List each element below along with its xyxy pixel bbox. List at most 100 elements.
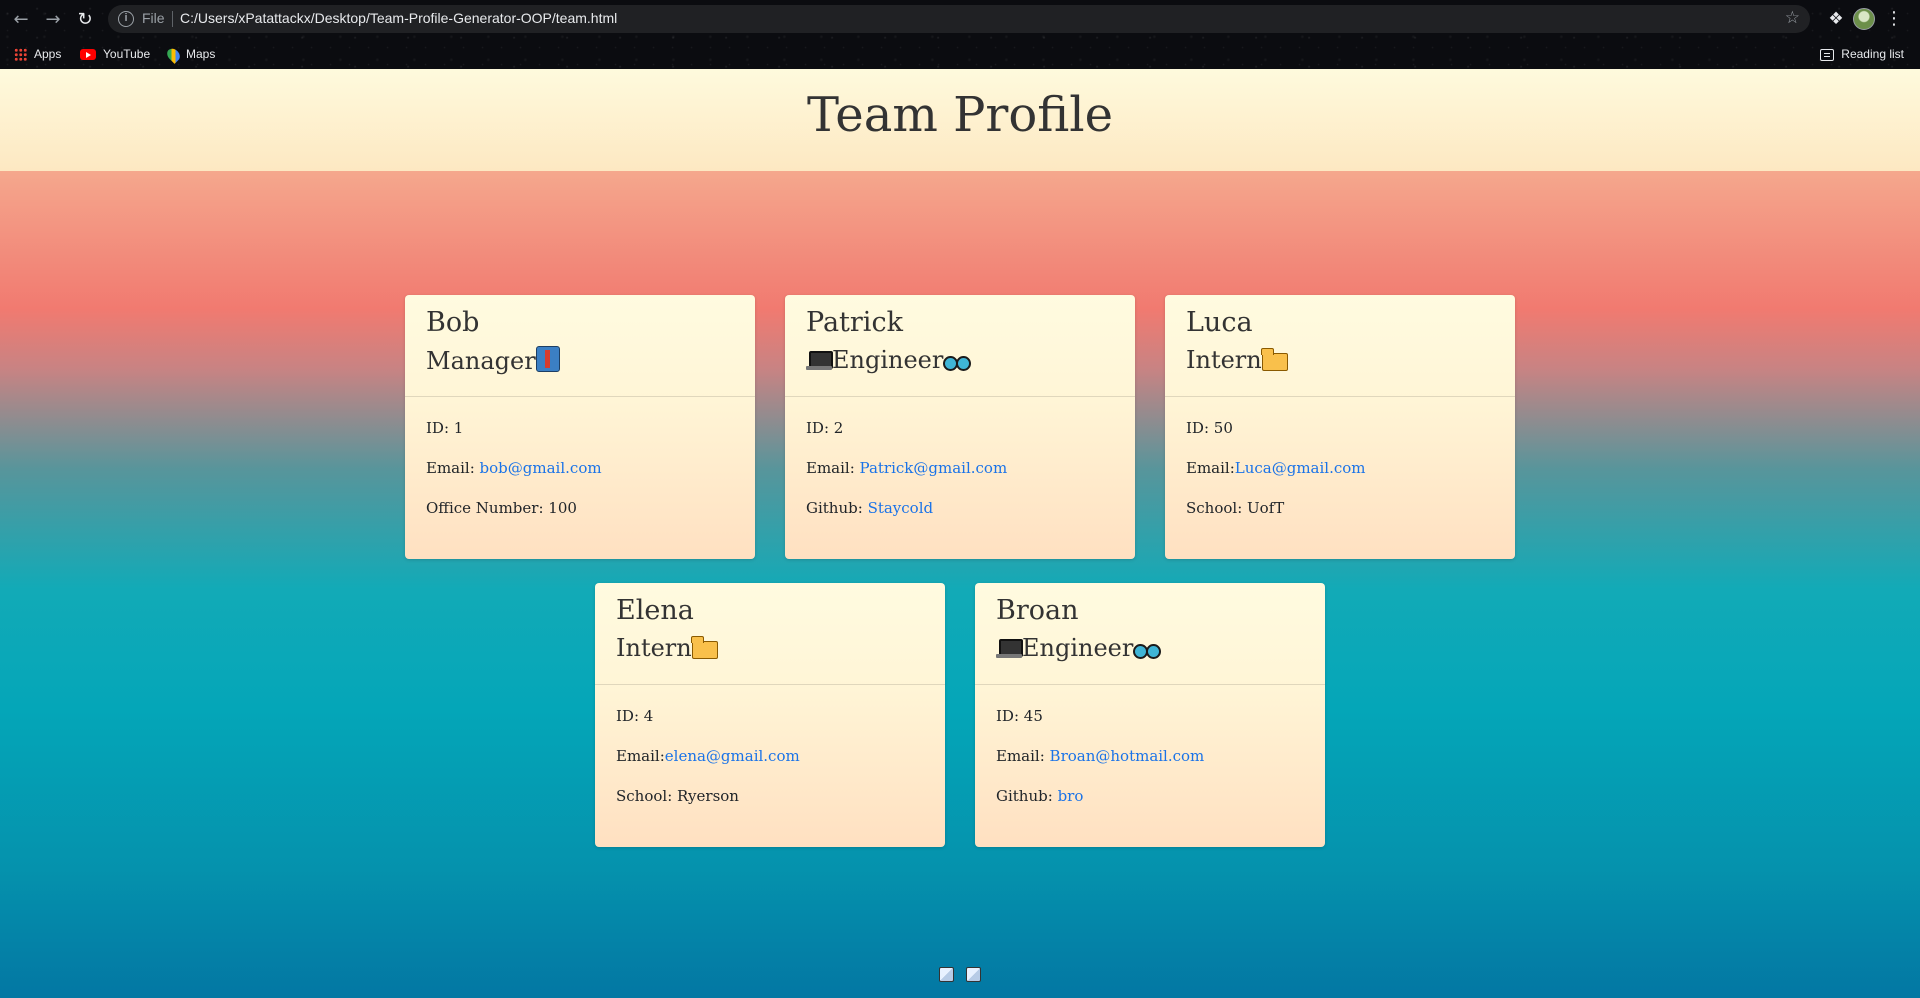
goggles-icon: [1133, 641, 1162, 659]
address-divider: [172, 11, 173, 27]
maps-icon: [164, 45, 183, 64]
employee-card: Elena Intern ID: 4 Email:elena@gmail.com…: [595, 583, 945, 847]
employee-card: Broan Engineer ID: 45 Email: Broan@hotma…: [975, 583, 1325, 847]
bookmark-youtube-label: YouTube: [103, 47, 151, 61]
cube-icon: [966, 967, 981, 982]
card-body: ID: 1 Email: bob@gmail.com Office Number…: [426, 419, 602, 539]
cube-icon: [939, 967, 954, 982]
apps-grid-icon: [14, 48, 27, 62]
kebab-menu-icon[interactable]: ⋮: [1884, 7, 1904, 31]
employee-name: Elena: [616, 595, 694, 626]
bookmark-apps-label: Apps: [34, 47, 62, 61]
card-body: ID: 45 Email: Broan@hotmail.com Github: …: [996, 707, 1204, 827]
folder-icon: [691, 636, 718, 659]
email-link[interactable]: bob@gmail.com: [480, 459, 602, 477]
extra-label: School: UofT: [1186, 499, 1285, 517]
employee-school: School: UofT: [1186, 499, 1366, 539]
employee-id: ID: 50: [1186, 419, 1233, 437]
employee-role: Engineer: [806, 346, 972, 374]
laptop-icon: [996, 639, 1023, 659]
employee-role: Intern: [1186, 346, 1288, 374]
card-header: Broan Engineer: [975, 583, 1325, 685]
employee-github-line: Github: Staycold: [806, 499, 1007, 539]
employee-name: Luca: [1186, 307, 1253, 338]
laptop-icon: [806, 351, 833, 371]
employee-role: Manager: [426, 346, 560, 375]
bookmark-apps[interactable]: Apps: [14, 45, 61, 63]
folder-icon: [1261, 348, 1288, 371]
employee-github-line: Github: bro: [996, 787, 1204, 827]
bookmark-maps[interactable]: Maps: [164, 45, 216, 64]
email-link[interactable]: Luca@gmail.com: [1235, 459, 1366, 477]
email-label: Email:: [426, 459, 480, 477]
employee-email-line: Email: Broan@hotmail.com: [996, 747, 1204, 787]
page-title: Team Profile: [807, 87, 1113, 143]
bookmark-youtube[interactable]: YouTube: [80, 45, 150, 63]
employee-email-line: Email: bob@gmail.com: [426, 459, 602, 499]
employee-card: Luca Intern ID: 50 Email:Luca@gmail.com …: [1165, 295, 1515, 559]
necktie-icon: [535, 346, 560, 372]
reload-icon[interactable]: ↻: [72, 7, 98, 33]
employee-name: Patrick: [806, 307, 903, 338]
goggles-icon: [943, 353, 972, 371]
youtube-icon: [80, 49, 96, 61]
role-label: Intern: [616, 634, 692, 662]
employee-role: Engineer: [996, 634, 1162, 662]
employee-email-line: Email:Luca@gmail.com: [1186, 459, 1366, 499]
bookmark-maps-label: Maps: [186, 47, 216, 61]
address-bar[interactable]: i File C:/Users/xPatattackx/Desktop/Team…: [108, 5, 1810, 33]
card-body: ID: 2 Email: Patrick@gmail.com Github: S…: [806, 419, 1007, 539]
email-link[interactable]: Broan@hotmail.com: [1050, 747, 1205, 765]
bookmarks-bar: Apps YouTube Maps Reading list: [0, 38, 1920, 69]
employee-email-line: Email: Patrick@gmail.com: [806, 459, 1007, 499]
footer-content: [933, 966, 987, 984]
address-scheme-label: File: [142, 10, 165, 26]
reading-list-button[interactable]: Reading list: [1820, 45, 1904, 63]
employee-email-line: Email:elena@gmail.com: [616, 747, 800, 787]
employee-name: Broan: [996, 595, 1079, 626]
email-label: Email:: [1186, 459, 1235, 477]
role-label: Intern: [1186, 346, 1262, 374]
employee-card: Patrick Engineer ID: 2 Email: Patrick@gm…: [785, 295, 1135, 559]
card-header: Luca Intern: [1165, 295, 1515, 397]
employee-office-number: Office Number: 100: [426, 499, 602, 539]
page-footer: [0, 966, 1920, 990]
card-header: Patrick Engineer: [785, 295, 1135, 397]
bookmark-star-icon[interactable]: ☆: [1785, 8, 1800, 28]
reading-list-label: Reading list: [1841, 47, 1904, 61]
email-link[interactable]: elena@gmail.com: [665, 747, 800, 765]
info-icon[interactable]: i: [118, 11, 134, 27]
extensions-puzzle-icon[interactable]: ❖: [1824, 7, 1848, 31]
page-content: Team Profile Bob Manager ID: 1 Email: bo…: [0, 69, 1920, 998]
employee-role: Intern: [616, 634, 718, 662]
extra-label: School: Ryerson: [616, 787, 739, 805]
card-header: Elena Intern: [595, 583, 945, 685]
card-body: ID: 50 Email:Luca@gmail.com School: UofT: [1186, 419, 1366, 539]
back-arrow-icon[interactable]: ←: [8, 7, 34, 33]
employee-id: ID: 1: [426, 419, 464, 437]
email-label: Email:: [806, 459, 860, 477]
browser-toolbar: ← → ↻ i File C:/Users/xPatattackx/Deskto…: [0, 0, 1920, 38]
github-link[interactable]: Staycold: [868, 499, 934, 517]
email-label: Email:: [616, 747, 665, 765]
employee-name: Bob: [426, 307, 480, 338]
employee-id: ID: 2: [806, 419, 844, 437]
reading-list-icon: [1820, 48, 1835, 61]
address-url[interactable]: C:/Users/xPatattackx/Desktop/Team-Profil…: [180, 10, 617, 26]
role-label: Engineer: [832, 346, 944, 374]
extra-label: Office Number: 100: [426, 499, 577, 517]
employee-school: School: Ryerson: [616, 787, 800, 827]
email-link[interactable]: Patrick@gmail.com: [860, 459, 1008, 477]
role-label: Manager: [426, 347, 536, 375]
role-label: Engineer: [1022, 634, 1134, 662]
employee-id: ID: 45: [996, 707, 1043, 725]
email-label: Email:: [996, 747, 1050, 765]
page-header: Team Profile: [0, 69, 1920, 171]
github-link[interactable]: bro: [1058, 787, 1084, 805]
card-body: ID: 4 Email:elena@gmail.com School: Ryer…: [616, 707, 800, 827]
browser-chrome: ← → ↻ i File C:/Users/xPatattackx/Deskto…: [0, 0, 1920, 69]
forward-arrow-icon[interactable]: →: [40, 7, 66, 33]
extra-label: Github:: [996, 787, 1058, 805]
profile-avatar[interactable]: [1853, 8, 1875, 30]
card-header: Bob Manager: [405, 295, 755, 397]
